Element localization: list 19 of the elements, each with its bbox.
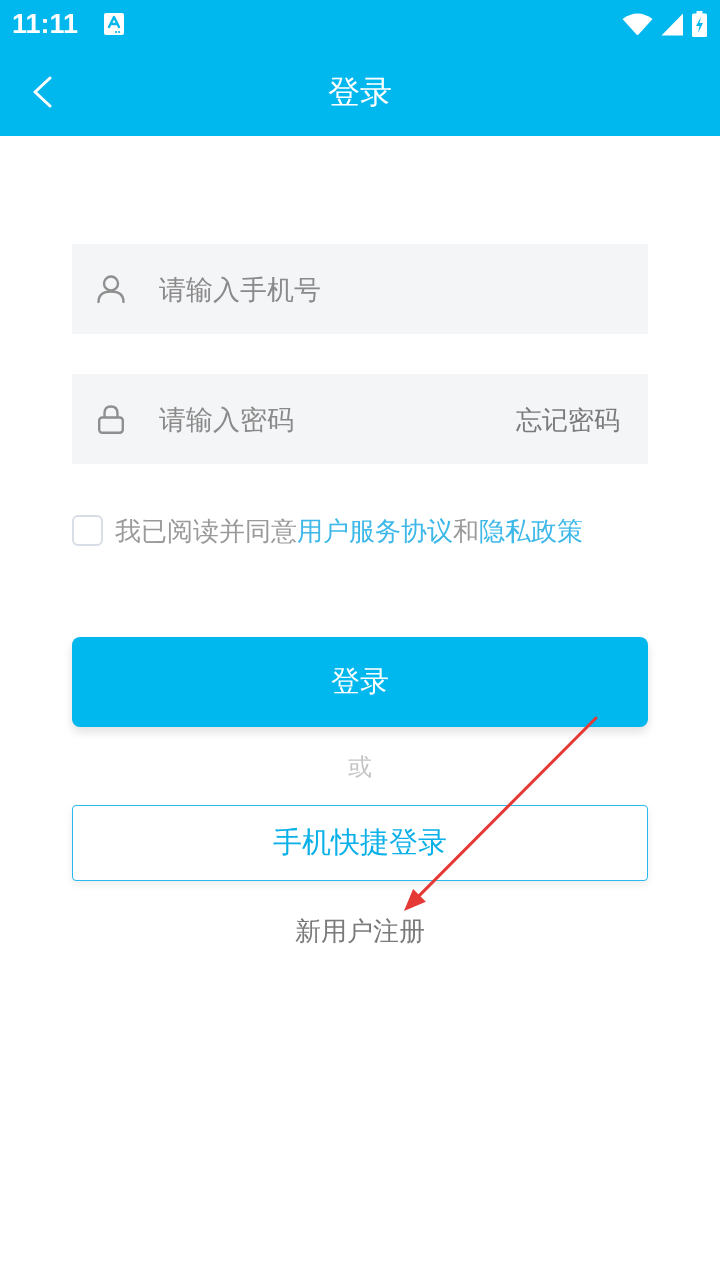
register-link[interactable]: 新用户注册 [295, 916, 425, 946]
chevron-left-icon [32, 76, 52, 108]
separator-text: 或 [348, 753, 372, 781]
agreement-link[interactable]: 用户服务协议 [297, 515, 453, 546]
lock-icon [98, 405, 124, 434]
quick-login-button[interactable]: 手机快捷登录 [72, 805, 648, 881]
login-button[interactable]: 登录 [72, 637, 648, 727]
page-title: 登录 [328, 76, 392, 108]
wifi-icon [622, 13, 653, 35]
forgot-password-link[interactable]: 忘记密码 [516, 407, 620, 433]
battery-charging-icon [692, 11, 707, 37]
app-notification-icon [104, 13, 125, 35]
phone-field[interactable]: 请输入手机号 [72, 244, 648, 334]
person-icon [97, 275, 125, 303]
agreement-checkbox[interactable] [72, 515, 103, 546]
agreement-text: 我已阅读并同意用户服务协议和隐私政策 [115, 517, 583, 544]
signal-icon [661, 12, 684, 36]
status-time: 11:11 [12, 10, 79, 38]
agreement-link[interactable]: 隐私政策 [479, 515, 583, 546]
